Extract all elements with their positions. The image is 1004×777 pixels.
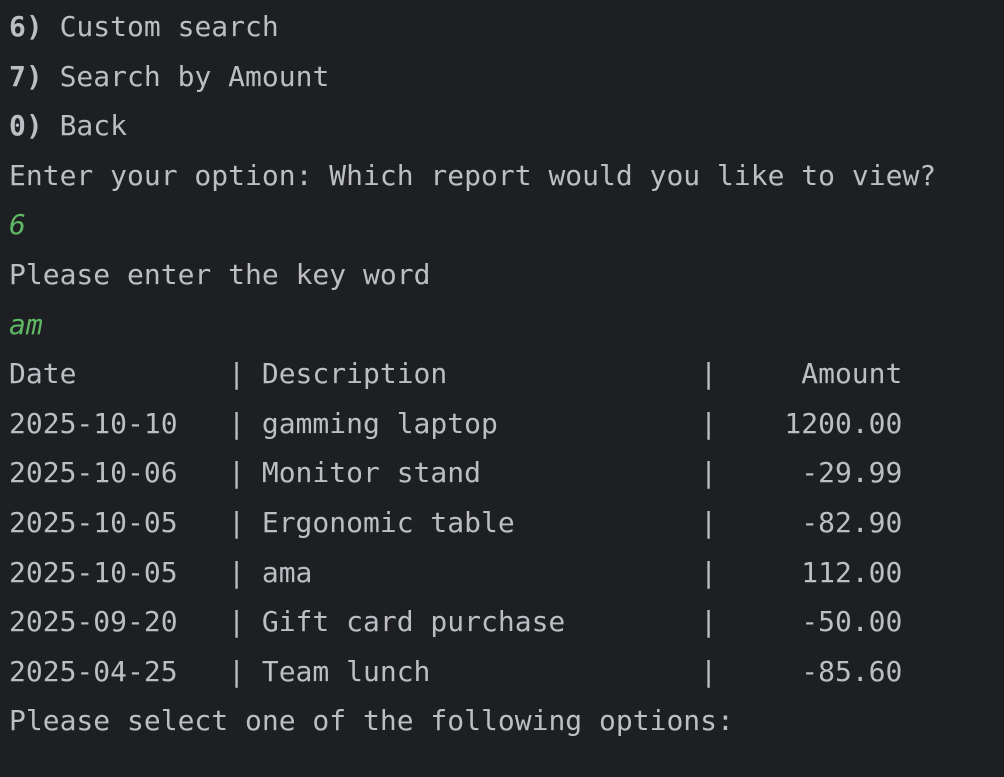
cell-description: gamming laptop <box>261 406 498 440</box>
header-description: Description <box>261 357 448 391</box>
cell-date: 2025-09-20 <box>9 605 178 639</box>
cell-amount: -85.60 <box>801 654 903 688</box>
cell-date: 2025-10-05 <box>9 555 178 589</box>
cell-date: 2025-10-06 <box>9 456 178 490</box>
header-date: Date <box>9 357 77 391</box>
column-separator: | <box>700 406 717 440</box>
cell-description: Ergonomic table <box>261 505 515 539</box>
table-row: 2025-10-10 | gamming laptop | 1200.00 <box>9 399 936 449</box>
column-separator: | <box>700 654 717 688</box>
prompt-option: Enter your option: Which report would yo… <box>9 158 937 192</box>
column-separator: | <box>228 357 245 391</box>
menu-label: Custom search <box>59 10 279 43</box>
cell-amount: 112.00 <box>801 555 903 589</box>
column-separator: | <box>700 357 717 391</box>
cell-amount: 1200.00 <box>784 406 903 440</box>
menu-item-search-by-amount: 7) Search by Amount <box>9 52 936 102</box>
menu-key: 7) <box>9 59 43 93</box>
menu-key: 0) <box>9 109 43 143</box>
cell-date: 2025-04-25 <box>9 654 178 688</box>
cell-date: 2025-10-05 <box>9 505 178 539</box>
column-separator: | <box>228 406 245 440</box>
table-header: Date | Description | Amount <box>9 349 936 399</box>
column-separator: | <box>228 505 245 539</box>
cell-description: Gift card purchase <box>261 605 566 639</box>
cell-date: 2025-10-10 <box>9 406 178 440</box>
cell-description: Monitor stand <box>261 456 481 490</box>
column-separator: | <box>228 654 245 688</box>
cell-amount: -82.90 <box>801 505 903 539</box>
table-row: 2025-04-25 | Team lunch | -85.60 <box>9 647 936 697</box>
column-separator: | <box>228 555 245 589</box>
column-separator: | <box>700 555 717 589</box>
user-input-keyword: am <box>9 307 43 341</box>
menu-label: Back <box>59 109 128 143</box>
menu-key: 6) <box>9 10 43 43</box>
column-separator: | <box>228 605 245 639</box>
cell-description: ama <box>261 555 313 589</box>
user-input-option: 6 <box>9 208 26 242</box>
table-row: 2025-10-05 | Ergonomic table | -82.90 <box>9 498 936 548</box>
table-row: 2025-09-20 | Gift card purchase | -50.00 <box>9 597 936 647</box>
table-row: 2025-10-06 | Monitor stand | -29.99 <box>9 448 936 498</box>
terminal-output: 6) Custom search 7) Search by Amount 0) … <box>9 2 936 746</box>
column-separator: | <box>700 456 717 490</box>
column-separator: | <box>700 505 717 539</box>
cell-amount: -50.00 <box>801 605 903 639</box>
menu-item-back: 0) Back <box>9 101 936 151</box>
column-separator: | <box>228 456 245 490</box>
cell-description: Team lunch <box>261 654 431 688</box>
prompt-keyword: Please enter the key word <box>9 257 431 291</box>
table-row: 2025-10-05 | ama | 112.00 <box>9 548 936 598</box>
menu-item-custom-search: 6) Custom search <box>9 2 936 52</box>
menu-label: Search by Amount <box>59 59 330 93</box>
column-separator: | <box>700 605 717 639</box>
footer-prompt: Please select one of the following optio… <box>9 704 734 738</box>
header-amount: Amount <box>801 357 903 391</box>
cell-amount: -29.99 <box>801 456 903 490</box>
